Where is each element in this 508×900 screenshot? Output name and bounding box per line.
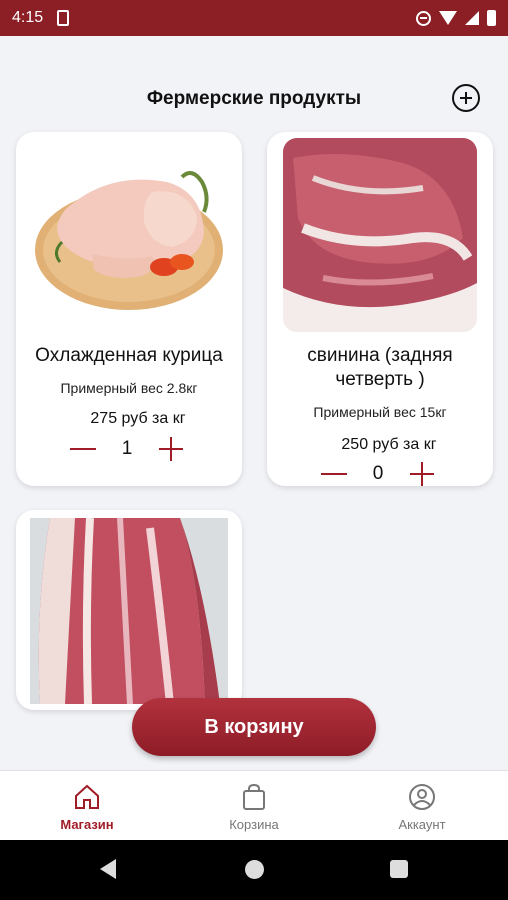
shopping-bag-icon — [243, 783, 265, 810]
system-nav-bar — [0, 840, 508, 900]
quantity-stepper: 0 — [317, 461, 447, 486]
battery-icon — [487, 10, 496, 26]
pork-hindquarter-image — [283, 138, 477, 332]
chicken-image — [32, 162, 226, 312]
home-icon — [75, 784, 99, 809]
product-weight: Примерный вес 15кг — [313, 404, 447, 420]
decrease-button[interactable] — [70, 436, 96, 462]
nav-label-cart: Корзина — [229, 817, 279, 832]
nav-label-account: Аккаунт — [398, 817, 446, 832]
add-product-button[interactable] — [452, 84, 480, 112]
product-card-pork-side[interactable] — [16, 510, 242, 710]
quantity-value: 0 — [372, 463, 384, 484]
product-weight: Примерный вес 2.8кг — [60, 380, 198, 396]
product-card-pork-hindquarter[interactable]: свинина (задняя четверть ) Примерный вес… — [267, 132, 493, 486]
product-price: 250 руб за кг — [341, 436, 437, 453]
quantity-stepper: 1 — [66, 436, 196, 462]
product-price: 275 руб за кг — [90, 410, 186, 427]
back-icon[interactable] — [100, 859, 116, 879]
wifi-icon — [439, 11, 457, 25]
status-bar: 4:15 — [0, 0, 508, 36]
add-to-cart-button[interactable]: В корзину — [132, 698, 376, 756]
bottom-nav: Магазин Корзина Аккаунт — [0, 770, 508, 840]
product-card-chicken[interactable]: Охлажденная курица Примерный вес 2.8кг 2… — [16, 132, 242, 486]
header: Фермерские продукты — [0, 80, 508, 120]
signal-icon — [465, 11, 479, 25]
pork-side-image — [30, 518, 228, 704]
status-icons — [416, 10, 496, 26]
quantity-value: 1 — [121, 438, 133, 459]
decrease-button[interactable] — [321, 461, 347, 486]
nav-label-shop: Магазин — [60, 817, 114, 832]
product-name: Охлажденная курица — [35, 345, 223, 366]
status-time: 4:15 — [12, 9, 44, 26]
storage-icon — [57, 10, 70, 26]
recent-apps-icon[interactable] — [390, 860, 408, 878]
nav-item-account[interactable]: Аккаунт — [362, 771, 482, 841]
increase-button[interactable] — [409, 461, 435, 486]
nav-item-cart[interactable]: Корзина — [194, 771, 314, 841]
product-name: свинина (задняя четверть ) — [307, 345, 453, 390]
account-icon — [409, 784, 435, 810]
home-circle-icon[interactable] — [245, 860, 264, 879]
page-title: Фермерские продукты — [146, 88, 362, 109]
nav-item-shop[interactable]: Магазин — [27, 771, 147, 841]
do-not-disturb-icon — [416, 10, 431, 26]
increase-button[interactable] — [158, 436, 184, 462]
